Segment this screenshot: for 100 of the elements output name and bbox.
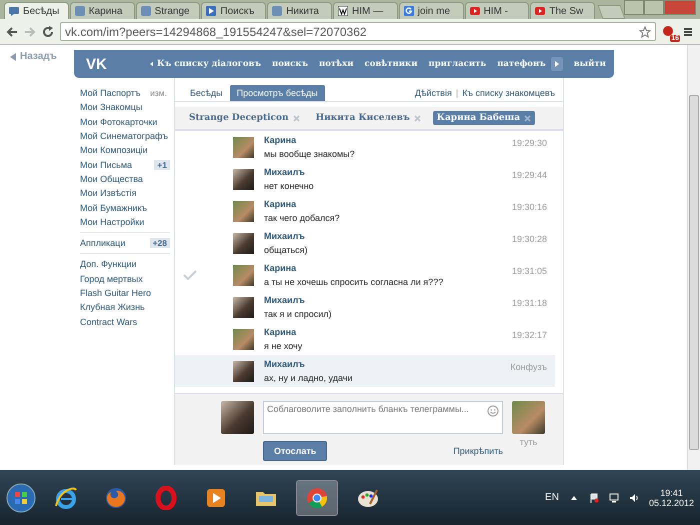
message-time: 19:30:16 — [512, 202, 547, 212]
flag-icon[interactable] — [588, 492, 599, 502]
message-field[interactable]: Соблаговолите заполнить бланкъ телеграммы... — [263, 401, 503, 434]
menu-link[interactable]: Аппликаци — [80, 238, 126, 248]
menu-link[interactable]: Contract Wars — [80, 316, 138, 327]
menu-link[interactable]: Мой Синематографъ — [80, 131, 168, 142]
browser-tab[interactable]: Strange — [136, 2, 200, 19]
browser-tab[interactable]: Никита — [267, 2, 332, 19]
author-name[interactable]: Карина — [264, 326, 512, 338]
avatar-photo-placeholder[interactable] — [233, 360, 254, 382]
nav-link[interactable]: потѣхи — [319, 59, 354, 69]
nav-link[interactable]: пригласить — [428, 59, 486, 69]
nav-link[interactable]: поискъ — [272, 59, 308, 69]
message-row[interactable]: Михаилъ так я и спросил) 19:31:18 — [175, 291, 555, 323]
nav-link[interactable]: патефонъ — [497, 59, 546, 69]
browser-tab[interactable]: Карина — [70, 2, 135, 19]
message-time: 19:29:44 — [512, 170, 547, 180]
clock[interactable]: 19:41 05.12.2012 — [648, 488, 694, 508]
menu-icon[interactable] — [682, 26, 694, 38]
message-time: Конфузъ — [510, 362, 547, 372]
send-button[interactable]: Отослать — [263, 441, 328, 461]
browser-tab[interactable]: HIM — — [332, 2, 398, 19]
edit-link[interactable]: изм. — [147, 88, 170, 98]
menu-link[interactable]: Flash Guitar Hero — [80, 288, 152, 298]
reload-icon[interactable] — [42, 26, 54, 38]
menu-link[interactable]: Мои Общества — [80, 174, 143, 184]
avatar-photo-placeholder[interactable] — [233, 168, 254, 190]
smiley-icon[interactable] — [487, 405, 499, 417]
separator: | — [456, 88, 458, 98]
count-badge[interactable]: +28 — [150, 238, 170, 248]
network-icon[interactable] — [608, 492, 619, 502]
message-row[interactable]: Михаилъ общаться) 19:30:28 — [175, 227, 555, 259]
count-badge[interactable]: +1 — [154, 160, 170, 170]
address-field[interactable]: vk.com/im?peers=14294868_191554247&sel=72070362 — [60, 22, 656, 41]
avatar-photo-placeholder[interactable] — [233, 136, 254, 158]
o-ring-icon — [154, 486, 178, 510]
left-triangle-icon[interactable] — [10, 52, 16, 60]
speaker-icon[interactable] — [628, 492, 639, 502]
author-name[interactable]: Карина — [264, 134, 512, 146]
language-indicator[interactable]: EN — [545, 492, 559, 503]
scrollbar[interactable] — [687, 45, 700, 470]
vk-logo[interactable]: VK — [86, 56, 140, 72]
browser-tab[interactable]: Бесѣды — [4, 2, 69, 19]
tab[interactable]: Бесѣды — [183, 85, 230, 101]
avatar-photo-placeholder[interactable] — [233, 200, 254, 222]
menu-link[interactable]: Мои Композиціи — [80, 145, 148, 156]
message-row[interactable]: Михаилъ нет конечно 19:29:44 — [175, 163, 555, 195]
left-triangle-icon[interactable] — [150, 61, 153, 67]
tab[interactable]: Просмотръ бесѣды — [230, 85, 325, 101]
menu-link[interactable]: Мои Фотокарточки — [80, 116, 158, 127]
avatar-photo-placeholder[interactable] — [233, 296, 254, 318]
nav-link[interactable]: выйти — [574, 59, 606, 69]
menu-link[interactable]: Мой Бумажникъ — [80, 202, 148, 213]
avatar-photo-placeholder[interactable] — [233, 264, 254, 286]
menu-link[interactable]: Клубная Жизнь — [80, 302, 145, 312]
avatar-photo-placeholder[interactable] — [233, 232, 254, 254]
author-name[interactable]: Михаилъ — [264, 294, 512, 306]
message-row[interactable]: Карина я не хочу 19:32:17 — [175, 323, 555, 355]
start-button[interactable] — [6, 482, 36, 512]
author-name[interactable]: Карина — [264, 262, 512, 274]
back-arrow-icon[interactable] — [6, 26, 18, 38]
avatar-photo-placeholder[interactable] — [221, 401, 254, 434]
attach-link[interactable]: Прикрѣпить — [453, 446, 503, 456]
menu-link[interactable]: Доп. Функции — [80, 259, 137, 270]
author-name[interactable]: Михаилъ — [264, 230, 512, 242]
nav-link[interactable]: Къ списку діалоговъ — [156, 59, 261, 69]
play-icon — [206, 6, 216, 16]
menu-link[interactable]: Город мертвых — [80, 274, 143, 284]
action-link[interactable]: Къ списку знакомцевъ — [462, 88, 555, 98]
menu-link[interactable]: Мои Письма — [80, 160, 132, 170]
author-name[interactable]: Михаилъ — [264, 166, 512, 178]
action-link[interactable]: Дѣйствія — [414, 88, 452, 98]
play-icon[interactable] — [550, 57, 563, 71]
conversation-tab[interactable]: Никита Киселевъ — [312, 111, 425, 125]
extension-icon[interactable] — [662, 24, 674, 36]
avatar-photo-placeholder[interactable] — [233, 328, 254, 350]
message-time: 19:31:05 — [512, 266, 547, 276]
star-icon[interactable] — [639, 26, 651, 38]
nav-link[interactable]: совѣтники — [364, 59, 418, 69]
message-row-highlight[interactable]: Михаилъ ах, ну и ладно, удачи Конфузъ — [175, 355, 555, 387]
message-row[interactable]: Карина так чего добался? 19:30:16 — [175, 195, 555, 227]
message-text: я не хочу — [264, 340, 304, 352]
browser-tab[interactable]: HIM - — [464, 2, 530, 19]
browser-tab[interactable]: Поискъ — [201, 2, 266, 19]
fox-globe-icon — [104, 486, 128, 510]
checkmark-icon[interactable] — [183, 270, 197, 280]
browser-tab[interactable]: The Sw — [530, 2, 596, 19]
menu-link[interactable]: Мои Знакомцы — [80, 102, 142, 112]
author-name[interactable]: Михаилъ — [264, 358, 510, 370]
conversation-tab[interactable]: Strange Decepticon — [185, 111, 304, 125]
menu-link[interactable]: Мои Извѣстія — [80, 188, 137, 198]
message-row[interactable]: Карина а ты не хочешь спросить согласна ли я??? 19:31:05 — [175, 259, 555, 291]
browser-tab[interactable]: join me — [398, 2, 464, 19]
conversation-tab[interactable]: Карина Бабеша — [432, 111, 536, 125]
message-row[interactable]: Карина мы вообще знакомы? 19:29:30 — [175, 131, 555, 163]
author-name[interactable]: Карина — [264, 198, 512, 210]
menu-link[interactable]: Мои Настройки — [80, 216, 144, 227]
message-time: 19:32:17 — [512, 330, 547, 340]
menu-link[interactable]: Мой Паспортъ — [80, 88, 141, 98]
message-text: общаться) — [264, 244, 309, 256]
